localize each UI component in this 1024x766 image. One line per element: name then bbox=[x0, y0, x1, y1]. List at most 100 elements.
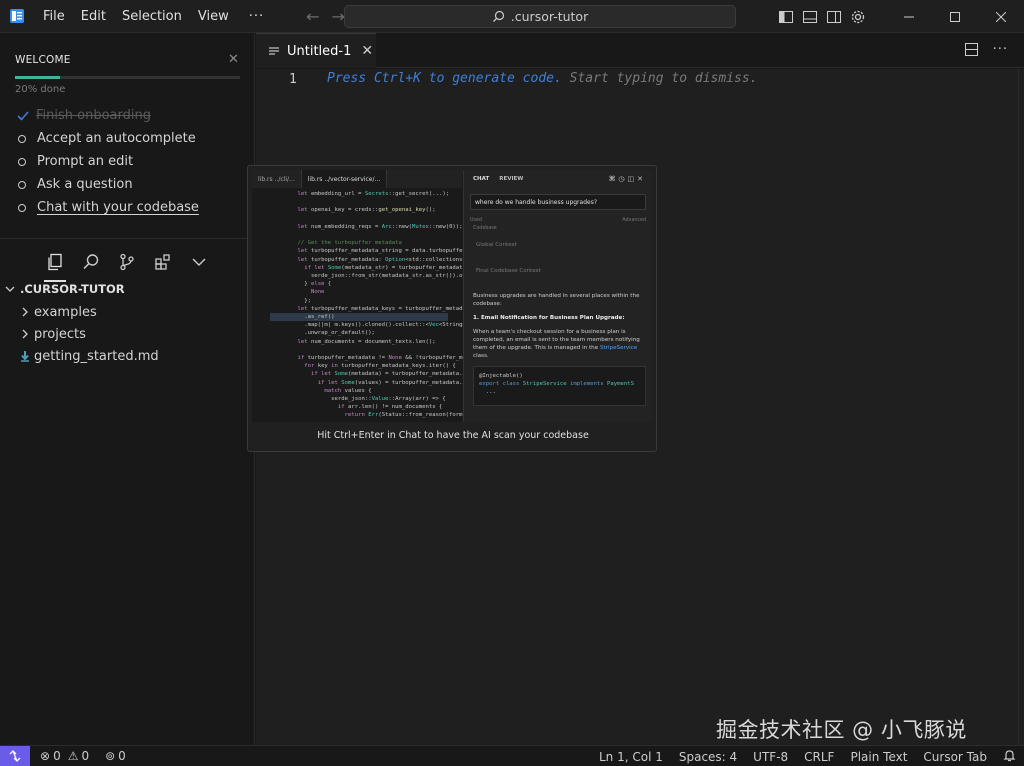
chevron-right-icon bbox=[22, 307, 28, 317]
chevron-down-icon[interactable] bbox=[188, 251, 210, 273]
preview-answer-link: StripeService bbox=[599, 345, 638, 351]
tree-folder-examples[interactable]: examples bbox=[18, 301, 159, 323]
files-icon[interactable] bbox=[44, 251, 66, 273]
editor-scrollbar[interactable] bbox=[1018, 69, 1024, 745]
maximize-icon bbox=[950, 11, 960, 22]
preview-screenshot: lib.rs ../cli/... lib.rs ../vector-servi… bbox=[252, 170, 652, 422]
back-arrow-icon[interactable]: ← bbox=[306, 7, 319, 26]
extensions-icon[interactable] bbox=[152, 251, 174, 273]
search-icon[interactable] bbox=[80, 251, 102, 273]
more-icon[interactable]: ··· bbox=[993, 42, 1008, 57]
step-label: Prompt an edit bbox=[37, 154, 134, 169]
forward-arrow-icon[interactable]: → bbox=[332, 7, 345, 26]
menu-file[interactable]: File bbox=[35, 0, 73, 33]
tab-label: Untitled-1 bbox=[287, 43, 352, 59]
close-icon[interactable]: ✕ bbox=[361, 43, 373, 59]
onboarding-progress-fill bbox=[15, 76, 60, 79]
preview-review-tab: REVIEW bbox=[499, 176, 524, 182]
progress-text: 20% done bbox=[15, 84, 66, 95]
problems-indicator[interactable]: ⊗ 0 ⚠ 0 bbox=[40, 749, 89, 763]
chevron-right-icon bbox=[22, 329, 28, 339]
preview-answer-intro: Business upgrades are handled in several… bbox=[473, 293, 640, 307]
warning-icon: ⚠ bbox=[67, 749, 79, 763]
divider bbox=[0, 238, 255, 239]
ports-indicator[interactable]: ⊚ 0 bbox=[105, 749, 126, 763]
menu-more[interactable]: ··· bbox=[237, 0, 272, 33]
preview-code-pane: lib.rs ../cli/... lib.rs ../vector-servi… bbox=[252, 170, 473, 422]
step-finish-onboarding[interactable]: Finish onboarding bbox=[16, 104, 199, 127]
step-dot-icon bbox=[18, 203, 26, 212]
warning-count: 0 bbox=[81, 749, 90, 763]
watermark: 掘金技术社区 @ 小飞豚说 bbox=[716, 718, 967, 742]
preview-opt-final: Final Codebase Context bbox=[476, 268, 541, 274]
status-bar: ⊗ 0 ⚠ 0 ⊚ 0 Ln 1, Col 1 Spaces: 4 UTF-8 … bbox=[0, 745, 1024, 766]
tree-item-label: getting_started.md bbox=[34, 348, 159, 364]
step-label: Chat with your codebase bbox=[37, 200, 199, 215]
editor-tab-bar: Untitled-1 ✕ ··· bbox=[256, 33, 1024, 68]
menu-edit[interactable]: Edit bbox=[73, 0, 114, 33]
step-dot-icon bbox=[18, 134, 26, 143]
step-accept-autocomplete[interactable]: Accept an autocomplete bbox=[16, 127, 199, 150]
text-file-icon bbox=[269, 47, 279, 55]
close-window-button[interactable] bbox=[978, 0, 1024, 33]
cursor-position[interactable]: Ln 1, Col 1 bbox=[591, 750, 671, 764]
split-editor-icon[interactable] bbox=[964, 42, 979, 57]
tree-file-getting-started[interactable]: getting_started.md bbox=[18, 345, 159, 367]
cursor-tab-status[interactable]: Cursor Tab bbox=[915, 750, 995, 764]
menu-selection[interactable]: Selection bbox=[114, 0, 190, 33]
source-control-icon[interactable] bbox=[116, 251, 138, 273]
explorer-root-folder[interactable]: .CURSOR-TUTOR bbox=[4, 282, 125, 296]
check-icon bbox=[17, 110, 29, 121]
language-mode[interactable]: Plain Text bbox=[842, 750, 915, 764]
encoding[interactable]: UTF-8 bbox=[745, 750, 796, 764]
error-icon: ⊗ bbox=[40, 749, 51, 763]
step-ask-question[interactable]: Ask a question bbox=[16, 173, 199, 196]
toggle-panel-icon[interactable] bbox=[802, 9, 818, 25]
line-number: 1 bbox=[289, 72, 297, 87]
cursor-logo-icon bbox=[9, 8, 25, 24]
indentation[interactable]: Spaces: 4 bbox=[671, 750, 745, 764]
welcome-title: WELCOME bbox=[15, 54, 71, 66]
toggle-secondary-sidebar-icon[interactable] bbox=[826, 9, 842, 25]
search-icon bbox=[492, 10, 504, 22]
preview-chat-pane: CHAT REVIEW ⌘◷◫✕ where do we handle busi… bbox=[463, 170, 652, 422]
step-label: Ask a question bbox=[37, 177, 133, 192]
maximize-button[interactable] bbox=[932, 0, 978, 33]
step-label: Finish onboarding bbox=[36, 108, 151, 123]
tree-folder-projects[interactable]: projects bbox=[18, 323, 159, 345]
preview-chat-options: Used Advanced Codebase Global Context Fi… bbox=[470, 216, 646, 286]
close-icon bbox=[996, 11, 1006, 22]
toggle-sidebar-icon[interactable] bbox=[778, 9, 794, 25]
file-tree: examples projects getting_started.md bbox=[18, 301, 159, 367]
onboarding-progress-bar bbox=[15, 76, 240, 79]
editor-hint: Press Ctrl+K to generate code. Start typ… bbox=[327, 71, 757, 86]
step-chat-codebase[interactable]: Chat with your codebase bbox=[16, 196, 199, 219]
remote-icon[interactable] bbox=[0, 745, 30, 766]
preview-answer-heading: 1. Email Notification for Business Plan … bbox=[473, 315, 625, 321]
preview-code: let embedding_url = Secrets::get_secret(… bbox=[252, 188, 473, 420]
preview-chat-question: where do we handle business upgrades? bbox=[470, 194, 646, 210]
preview-code-tab-active: lib.rs ../vector-service/... bbox=[301, 170, 388, 188]
navigation-arrows: ← → bbox=[306, 7, 345, 26]
onboarding-steps: Finish onboarding Accept an autocomplete… bbox=[16, 104, 199, 219]
step-prompt-edit[interactable]: Prompt an edit bbox=[16, 150, 199, 173]
preview-chat-answer: Business upgrades are handled in several… bbox=[473, 292, 644, 360]
activity-bar bbox=[44, 251, 210, 282]
step-label: Accept an autocomplete bbox=[37, 131, 196, 146]
tab-untitled-1[interactable]: Untitled-1 ✕ bbox=[256, 33, 376, 68]
preview-code-tab: lib.rs ../cli/... bbox=[252, 170, 302, 188]
bell-icon[interactable] bbox=[995, 749, 1024, 765]
preview-chat-tab: CHAT bbox=[473, 176, 490, 182]
command-center-search[interactable]: .cursor-tutor bbox=[344, 5, 736, 28]
menu-view[interactable]: View bbox=[190, 0, 237, 33]
preview-opt-codebase: Codebase bbox=[473, 226, 497, 231]
hint-dismiss: Start typing to dismiss. bbox=[561, 71, 758, 86]
gear-icon[interactable] bbox=[850, 9, 866, 25]
line-endings[interactable]: CRLF bbox=[796, 750, 842, 764]
preview-opt-advanced: Advanced bbox=[622, 218, 646, 223]
welcome-close-icon[interactable]: ✕ bbox=[228, 52, 239, 67]
minimize-button[interactable] bbox=[886, 0, 932, 33]
explorer-root-label: .CURSOR-TUTOR bbox=[20, 282, 125, 296]
error-count: 0 bbox=[53, 749, 61, 763]
hint-command: Press Ctrl+K to generate code. bbox=[327, 71, 562, 86]
